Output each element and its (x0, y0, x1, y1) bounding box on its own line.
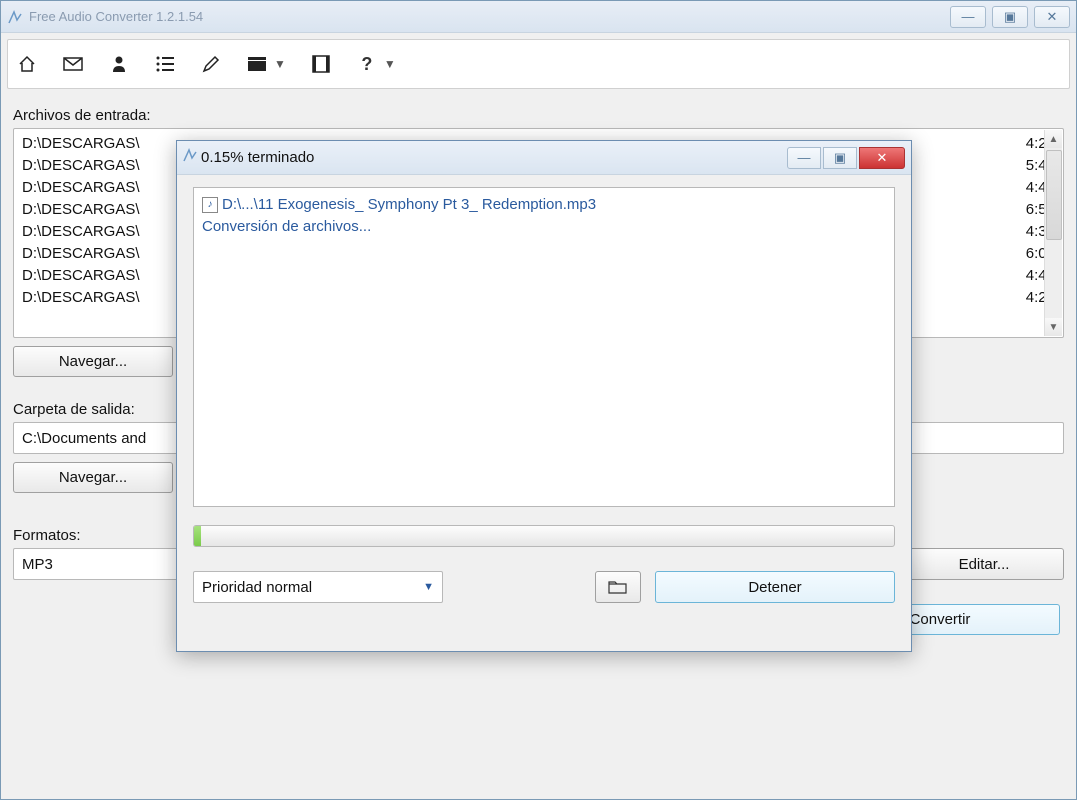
minimize-button[interactable]: — (950, 6, 986, 28)
scrollbar[interactable]: ▲ ▼ (1044, 130, 1062, 336)
main-titlebar: Free Audio Converter 1.2.1.54 — ▣ ✕ (1, 1, 1076, 33)
browse-input-button[interactable]: Navegar... (13, 346, 173, 377)
chevron-down-icon[interactable]: ▼ (384, 57, 396, 71)
dialog-title: 0.15% terminado (201, 149, 785, 166)
scroll-down-button[interactable]: ▼ (1045, 318, 1062, 336)
user-icon[interactable] (108, 53, 130, 75)
open-folder-button[interactable] (595, 571, 641, 603)
list-icon[interactable] (154, 53, 176, 75)
input-files-label: Archivos de entrada: (13, 107, 1064, 124)
window-icon[interactable] (246, 53, 268, 75)
dialog-maximize-button[interactable]: ▣ (823, 147, 857, 169)
mail-icon[interactable] (62, 53, 84, 75)
edit-icon[interactable] (200, 53, 222, 75)
chevron-down-icon: ▼ (423, 581, 434, 593)
progress-bar (193, 525, 895, 547)
scroll-up-button[interactable]: ▲ (1045, 130, 1062, 148)
file-icon: ♪ (202, 197, 218, 213)
status-text: Conversión de archivos... (202, 216, 886, 238)
progress-fill (194, 526, 201, 546)
priority-select[interactable]: Prioridad normal ▼ (193, 571, 443, 603)
dialog-titlebar: 0.15% terminado — ▣ ✕ (177, 141, 911, 175)
chevron-down-icon[interactable]: ▼ (274, 57, 286, 71)
stop-button[interactable]: Detener (655, 571, 895, 603)
folder-icon (608, 579, 628, 595)
dialog-close-button[interactable]: ✕ (859, 147, 905, 169)
film-icon[interactable] (310, 53, 332, 75)
current-file: D:\...\11 Exogenesis_ Symphony Pt 3_ Red… (222, 196, 596, 213)
app-title: Free Audio Converter 1.2.1.54 (29, 9, 950, 24)
scroll-thumb[interactable] (1046, 150, 1062, 240)
app-icon (183, 148, 197, 167)
progress-log: ♪D:\...\11 Exogenesis_ Symphony Pt 3_ Re… (193, 187, 895, 507)
close-button[interactable]: ✕ (1034, 6, 1070, 28)
edit-button[interactable]: Editar... (904, 548, 1064, 580)
maximize-button[interactable]: ▣ (992, 6, 1028, 28)
toolbar: ▼ ? ▼ (7, 39, 1070, 89)
browse-output-button[interactable]: Navegar... (13, 462, 173, 493)
app-icon (7, 9, 23, 25)
home-icon[interactable] (16, 53, 38, 75)
progress-dialog: 0.15% terminado — ▣ ✕ ♪D:\...\11 Exogene… (176, 140, 912, 652)
help-icon[interactable]: ? (356, 53, 378, 75)
dialog-minimize-button[interactable]: — (787, 147, 821, 169)
